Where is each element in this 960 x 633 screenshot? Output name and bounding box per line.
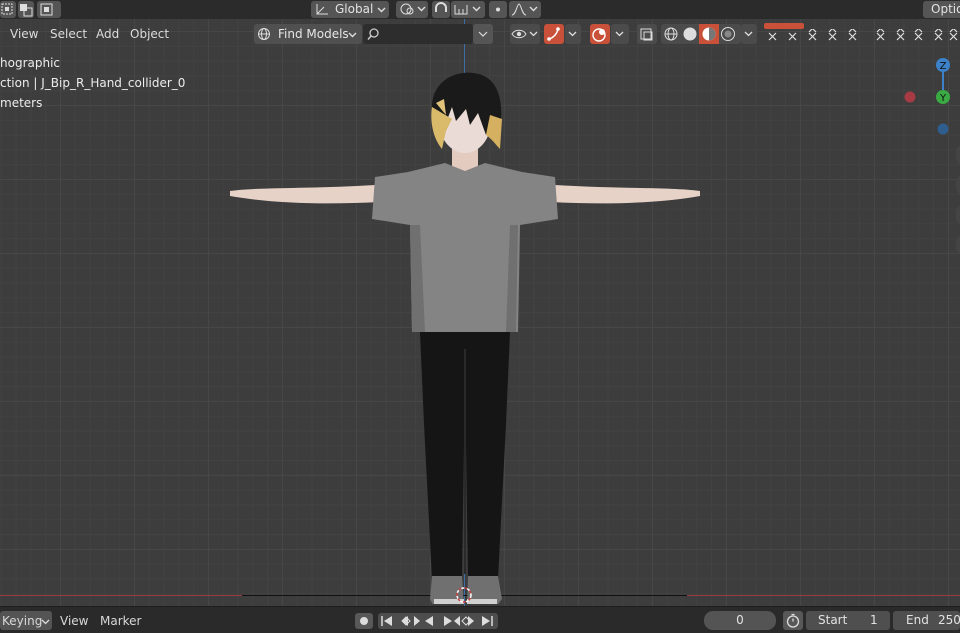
visibility-dropdown[interactable] xyxy=(510,24,540,44)
keying-label: Keying xyxy=(2,614,43,628)
menu-add[interactable]: Add xyxy=(96,27,119,41)
xray-icon xyxy=(640,28,653,41)
eye-icon xyxy=(511,29,538,39)
collapsed-tools-icons xyxy=(768,29,958,41)
pivot-point-dropdown[interactable] xyxy=(396,1,428,18)
navigation-gizmo[interactable]: Z Y xyxy=(900,53,960,138)
neg-x-axis-ball[interactable] xyxy=(904,91,916,103)
gizmo-icon xyxy=(547,27,560,41)
timeline-header: Keying View Marker 0 Start 1 End 250 xyxy=(0,606,960,633)
chevron-down-icon xyxy=(478,31,488,37)
end-frame-field[interactable]: End 250 xyxy=(893,611,960,630)
zoom-button[interactable] xyxy=(956,145,960,165)
chevron-down-icon xyxy=(744,31,753,37)
jump-start-icon[interactable] xyxy=(381,616,392,626)
neg-z-axis-ball[interactable] xyxy=(937,123,949,135)
select-subtract-mode-icon[interactable] xyxy=(37,1,61,18)
z-axis-label: Z xyxy=(940,61,947,72)
record-toggle[interactable] xyxy=(355,613,373,629)
snap-toggle[interactable] xyxy=(432,1,450,18)
options-dropdown[interactable]: Option xyxy=(923,1,960,18)
search-input[interactable] xyxy=(363,24,473,44)
stopwatch-icon xyxy=(786,613,800,628)
pan-button[interactable] xyxy=(956,175,960,195)
proportional-edit-toggle[interactable] xyxy=(489,1,507,18)
timeline-view-menu[interactable]: View xyxy=(60,614,88,628)
y-axis-label: Y xyxy=(939,93,947,104)
current-frame-value: 0 xyxy=(736,613,744,627)
camera-view-button[interactable] xyxy=(956,205,960,225)
proportional-falloff-dropdown[interactable] xyxy=(509,1,541,18)
end-value: 250 xyxy=(938,613,960,627)
next-keyframe-icon[interactable] xyxy=(454,616,474,626)
globe-icon xyxy=(258,28,270,40)
snap-increment-icon xyxy=(454,5,481,15)
menu-object[interactable]: Object xyxy=(130,27,169,41)
rendered-shading-icon[interactable] xyxy=(721,27,735,41)
shading-mode-group xyxy=(661,24,741,44)
play-reverse-icon[interactable] xyxy=(425,616,433,626)
3d-viewport[interactable]: View Select Add Object Find Models hogra… xyxy=(0,19,960,606)
select-extend-mode-icon[interactable] xyxy=(18,1,34,18)
options-label: Option xyxy=(931,2,960,16)
record-icon xyxy=(360,617,368,625)
menu-view[interactable]: View xyxy=(10,27,38,41)
transform-orientation-label: Global xyxy=(335,2,374,16)
3d-cursor[interactable] xyxy=(454,585,474,605)
solid-shading-icon[interactable] xyxy=(683,27,697,41)
view-name-text: hographic xyxy=(0,56,61,70)
menu-select[interactable]: Select xyxy=(50,27,87,41)
start-label: Start xyxy=(818,613,848,627)
object-info-text: ction | J_Bip_R_Hand_collider_0 xyxy=(0,76,186,90)
gizmo-toggle[interactable] xyxy=(544,24,564,44)
chevron-down-icon xyxy=(377,7,386,13)
overlays-toggle[interactable] xyxy=(590,24,610,44)
pivot-icon xyxy=(400,3,426,15)
start-frame-field[interactable]: Start 1 xyxy=(806,611,890,630)
jump-end-icon[interactable] xyxy=(482,616,493,626)
chevron-down-icon xyxy=(41,619,50,625)
axis-icon xyxy=(316,4,328,15)
xray-toggle[interactable] xyxy=(637,24,657,44)
search-icon xyxy=(367,28,379,40)
prev-keyframe-icon[interactable] xyxy=(401,616,420,626)
units-text: meters xyxy=(0,96,43,110)
current-frame-field[interactable]: 0 xyxy=(704,611,776,630)
magnet-icon xyxy=(435,2,447,12)
top-header: Global Option xyxy=(0,0,960,19)
keying-dropdown[interactable]: Keying xyxy=(0,611,52,630)
ortho-toggle-button[interactable] xyxy=(956,235,960,255)
search-filter-dropdown[interactable] xyxy=(473,24,493,44)
snap-target-dropdown[interactable] xyxy=(451,1,485,18)
find-models-label: Find Models xyxy=(278,27,349,41)
character-model[interactable] xyxy=(220,59,710,604)
transform-orientation-dropdown[interactable]: Global xyxy=(311,1,389,18)
chevron-down-icon xyxy=(348,32,357,38)
chevron-down-icon xyxy=(568,31,577,37)
start-value: 1 xyxy=(870,613,878,627)
material-preview-icon[interactable] xyxy=(702,27,716,41)
shading-dropdown[interactable] xyxy=(741,24,757,44)
proportional-dot-icon xyxy=(496,7,500,12)
falloff-curve-icon xyxy=(511,3,538,16)
overlays-icon xyxy=(592,28,606,42)
timeline-marker-menu[interactable]: Marker xyxy=(100,614,141,628)
preview-range-toggle[interactable] xyxy=(783,611,803,630)
play-icon[interactable] xyxy=(444,616,452,626)
wireframe-shading-icon[interactable] xyxy=(664,27,678,41)
overlays-dropdown[interactable] xyxy=(611,24,629,44)
find-models-dropdown[interactable]: Find Models xyxy=(254,24,362,44)
gizmo-dropdown[interactable] xyxy=(565,24,581,44)
playback-controls xyxy=(378,613,498,629)
end-label: End xyxy=(906,613,929,627)
chevron-down-icon xyxy=(615,31,624,37)
select-box-mode-icon[interactable] xyxy=(0,1,16,18)
